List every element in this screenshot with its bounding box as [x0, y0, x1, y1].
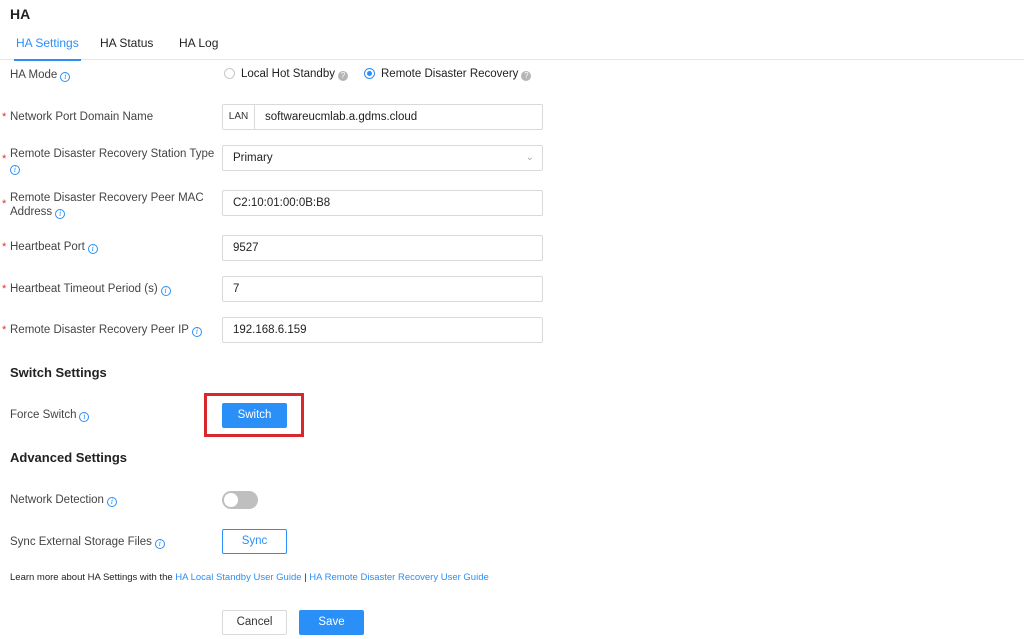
network-detection-label: Network Detection i — [10, 493, 117, 507]
peer-ip-label: Remote Disaster Recovery Peer IP i — [10, 323, 202, 337]
network-detection-toggle[interactable] — [222, 491, 258, 509]
radio-local-hot-standby[interactable]: Local Hot Standby? — [224, 68, 348, 82]
peer-mac-label-line1: Remote Disaster Recovery Peer MAC — [10, 192, 204, 204]
info-icon[interactable]: i — [191, 327, 202, 337]
info-icon[interactable]: i — [87, 244, 98, 254]
info-icon[interactable]: i — [60, 72, 71, 82]
station-type-select[interactable]: Primary ⌄ — [222, 145, 543, 171]
info-icon[interactable]: i — [154, 539, 165, 549]
required-marker: * — [2, 241, 7, 253]
force-switch-label: Force Switch i — [10, 408, 90, 422]
station-type-label-text: Remote Disaster Recovery Station Type — [10, 148, 215, 160]
heartbeat-port-label: Heartbeat Port i — [10, 240, 98, 254]
heartbeat-port-label-text: Heartbeat Port — [10, 241, 85, 253]
heartbeat-port-input[interactable]: 9527 — [222, 235, 543, 261]
domain-name-value: softwareucmlab.a.gdms.cloud — [265, 111, 418, 123]
required-marker: * — [2, 198, 7, 210]
heartbeat-timeout-input[interactable]: 7 — [222, 276, 543, 302]
tab-bar: HA Settings HA Status HA Log — [0, 36, 1024, 61]
lan-addon: LAN — [223, 105, 255, 129]
domain-name-label: Network Port Domain Name — [10, 111, 154, 123]
page-title: HA — [10, 6, 31, 22]
info-icon[interactable]: i — [55, 209, 66, 219]
heartbeat-timeout-label: Heartbeat Timeout Period (s) i — [10, 282, 171, 296]
peer-mac-input[interactable]: C2:10:01:00:0B:B8 — [222, 190, 543, 216]
radio-checked-icon[interactable] — [364, 68, 375, 79]
force-switch-label-text: Force Switch — [10, 409, 77, 421]
save-button[interactable]: Save — [299, 610, 364, 635]
required-marker: * — [2, 324, 7, 336]
info-icon[interactable]: i — [106, 497, 117, 507]
sync-button[interactable]: Sync — [222, 529, 287, 554]
peer-ip-input[interactable]: 192.168.6.159 — [222, 317, 543, 343]
info-icon[interactable]: i — [79, 412, 90, 422]
cancel-button[interactable]: Cancel — [222, 610, 287, 635]
station-type-value: Primary — [233, 152, 273, 164]
network-detection-label-text: Network Detection — [10, 494, 104, 506]
toggle-knob — [224, 493, 238, 507]
help-icon[interactable]: ? — [337, 71, 348, 81]
ha-mode-label-text: HA Mode — [10, 69, 58, 81]
sync-label-text: Sync External Storage Files — [10, 536, 152, 548]
switch-button[interactable]: Switch — [222, 403, 287, 428]
advanced-settings-title: Advanced Settings — [10, 450, 128, 465]
chevron-down-icon: ⌄ — [525, 152, 534, 163]
peer-mac-label: Remote Disaster Recovery Peer MAC Addres… — [10, 191, 204, 219]
peer-mac-label-line2: Address — [10, 206, 53, 218]
help-icon[interactable]: ? — [521, 71, 532, 81]
ha-mode-label: HA Mode i — [10, 68, 71, 82]
local-standby-guide-link[interactable]: HA Local Standby User Guide — [175, 572, 301, 583]
required-marker: * — [2, 111, 7, 123]
info-icon[interactable]: i — [10, 165, 20, 175]
tab-ha-settings[interactable]: HA Settings — [14, 36, 81, 61]
peer-ip-label-text: Remote Disaster Recovery Peer IP — [10, 324, 189, 336]
radio-unchecked-icon[interactable] — [224, 68, 235, 79]
info-icon[interactable]: i — [160, 286, 171, 296]
radio-label: Remote Disaster Recovery — [381, 68, 519, 80]
heartbeat-timeout-label-text: Heartbeat Timeout Period (s) — [10, 283, 158, 295]
required-marker: * — [2, 283, 7, 295]
radio-remote-disaster-recovery[interactable]: Remote Disaster Recovery? — [364, 68, 532, 82]
station-type-label: Remote Disaster Recovery Station Type i — [10, 147, 214, 175]
domain-name-input[interactable]: LAN softwareucmlab.a.gdms.cloud — [222, 104, 543, 130]
sync-label: Sync External Storage Files i — [10, 535, 165, 549]
required-marker: * — [2, 153, 7, 165]
tab-ha-status[interactable]: HA Status — [100, 36, 153, 60]
switch-settings-title: Switch Settings — [10, 365, 107, 380]
remote-disaster-recovery-guide-link[interactable]: HA Remote Disaster Recovery User Guide — [309, 572, 489, 583]
tab-ha-log[interactable]: HA Log — [179, 36, 218, 60]
footer-text: Learn more about HA Settings with the — [10, 572, 176, 583]
help-footer: Learn more about HA Settings with the HA… — [10, 572, 489, 583]
radio-label: Local Hot Standby — [241, 68, 335, 80]
